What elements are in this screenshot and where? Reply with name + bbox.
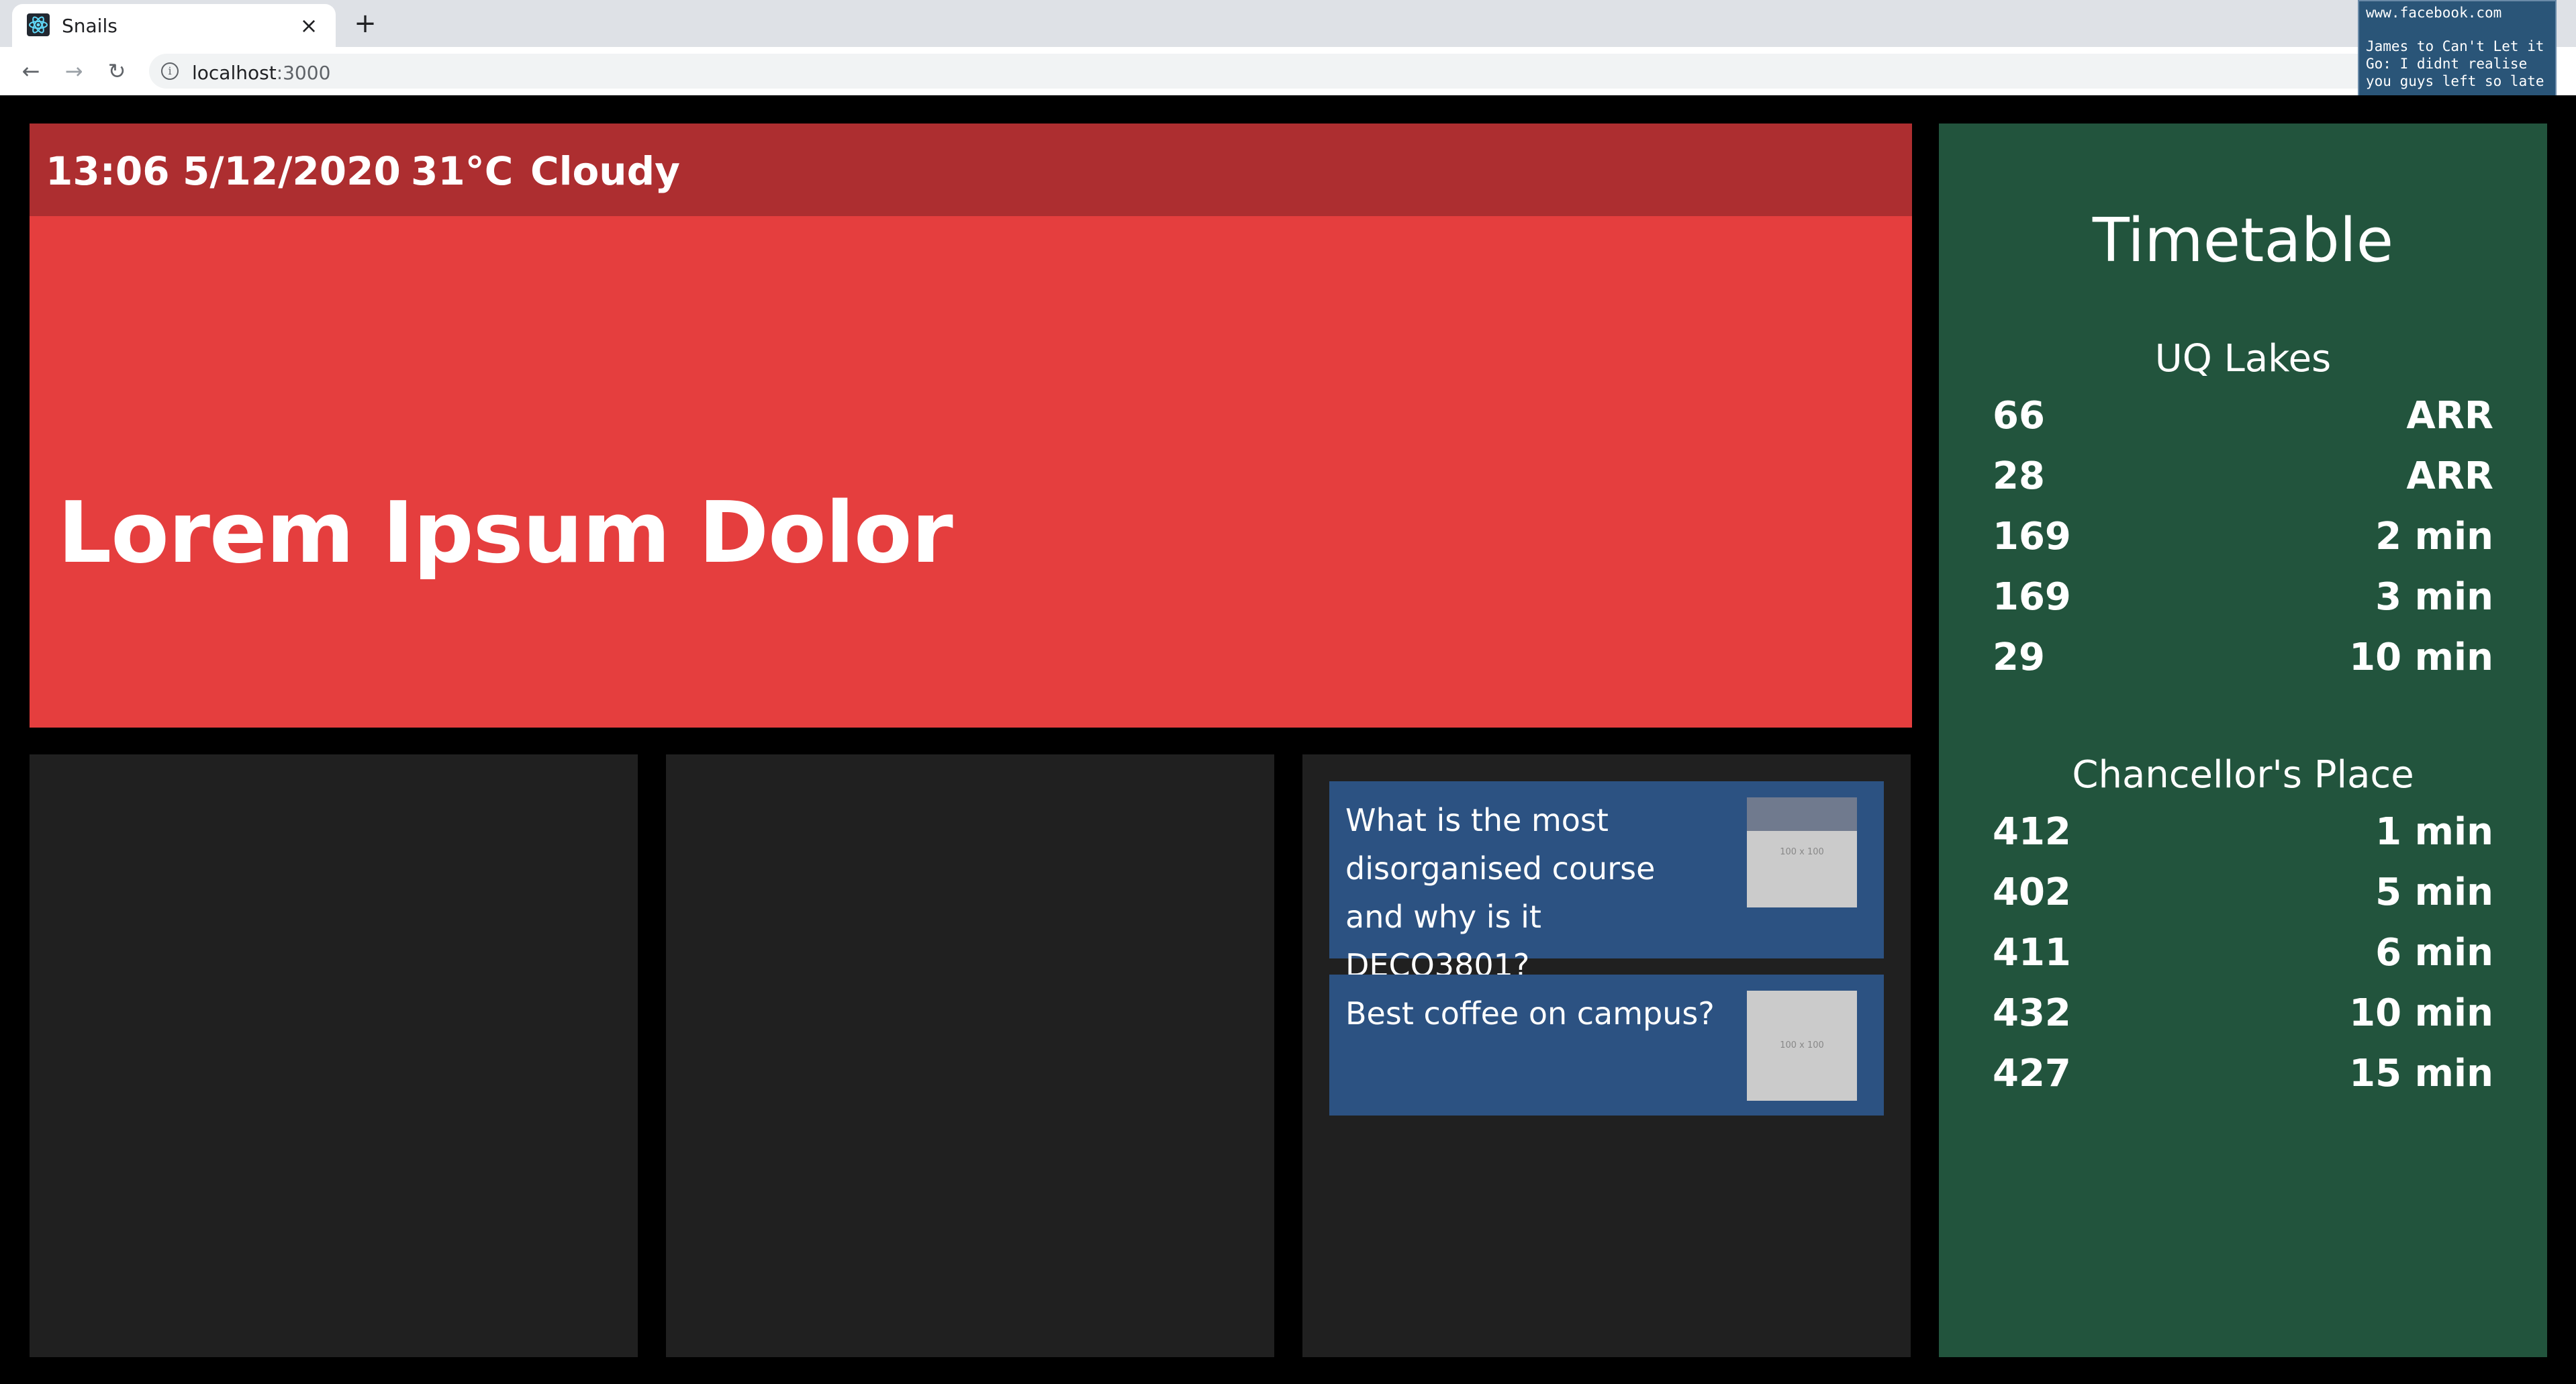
route-eta: 5 min [2375,871,2493,914]
address-bar[interactable]: i localhost:3000 [149,54,2553,89]
route-eta: ARR [2406,394,2493,438]
route-number: 411 [1993,931,2071,975]
new-tab-button[interactable]: + [349,8,381,40]
question-text: What is the most disorganised course and… [1345,802,1656,983]
route-number: 412 [1993,810,2071,854]
timetable-row: 29 10 min [1993,631,2493,685]
notification-body: James to Can't Let it Go: I didnt realis… [2366,38,2544,89]
thumbnail-header [1747,797,1857,831]
route-number: 169 [1993,575,2071,619]
route-eta: 1 min [2375,810,2493,854]
route-number: 432 [1993,991,2071,1035]
route-eta: 3 min [2375,575,2493,619]
route-eta: 10 min [2349,636,2493,679]
route-number: 66 [1993,394,2045,438]
info-icon[interactable]: i [161,62,179,80]
route-number: 29 [1993,636,2045,679]
thumbnail-label: 100 x 100 [1780,847,1824,857]
stop-name-uq-lakes: UQ Lakes [2154,337,2332,381]
current-time: 13:06 [46,148,170,194]
route-eta: 15 min [2349,1052,2493,1095]
timetable-row: 411 6 min [1993,926,2493,980]
thumbnail-label: 100 x 100 [1780,1040,1824,1050]
hero-title: Lorem Ipsum Dolor [58,483,953,582]
route-eta: ARR [2406,454,2493,498]
route-eta: 10 min [2349,991,2493,1035]
temperature: 31°C [411,148,514,194]
back-icon[interactable]: ← [17,58,44,85]
question-text: Best coffee on campus? [1345,995,1715,1032]
timetable-title: Timetable [2092,205,2394,276]
current-date: 5/12/2020 [183,148,401,194]
route-number: 402 [1993,871,2071,914]
question-card[interactable]: Best coffee on campus? 100 x 100 [1329,975,1884,1116]
timetable-row: 28 ARR [1993,450,2493,503]
empty-panel-1 [30,754,638,1357]
timetable-panel: Timetable UQ Lakes 66 ARR 28 ARR 169 2 m… [1939,123,2547,1357]
route-number: 427 [1993,1052,2071,1095]
timetable-row: 402 5 min [1993,866,2493,920]
empty-panel-2 [666,754,1274,1357]
route-number: 28 [1993,454,2045,498]
url-host: localhost [192,62,277,84]
question-card[interactable]: What is the most disorganised course and… [1329,781,1884,983]
question-thumbnail: 100 x 100 [1747,991,1857,1101]
browser-chrome: Snails × + ← → ↻ i localhost:3000 [0,0,2576,96]
browser-toolbar: ← → ↻ i localhost:3000 [0,47,2576,96]
forward-icon[interactable]: → [60,58,87,85]
react-icon [27,13,50,36]
hero-banner: 13:06 5/12/2020 31°C Cloudy Lorem Ipsum … [30,123,1912,728]
url-text[interactable]: localhost:3000 [192,62,330,84]
timetable-row: 432 10 min [1993,987,2493,1040]
close-tab-icon[interactable]: × [295,12,322,39]
hero-status-bar: 13:06 5/12/2020 31°C Cloudy [30,123,1912,216]
reload-icon[interactable]: ↻ [103,58,130,85]
tab-title: Snails [62,15,117,37]
url-port: :3000 [276,62,331,84]
timetable-row: 169 3 min [1993,571,2493,624]
timetable-row: 66 ARR [1993,389,2493,443]
tab-strip: Snails × + [0,0,2576,47]
timetable-row: 427 15 min [1993,1047,2493,1101]
dashboard: 13:06 5/12/2020 31°C Cloudy Lorem Ipsum … [0,95,2576,1384]
timetable-row: 412 1 min [1993,805,2493,859]
stop-name-chancellors-place: Chancellor's Place [2072,753,2414,797]
route-number: 169 [1993,515,2071,558]
notification-title: www.facebook.com [2366,5,2502,21]
tab-snails[interactable]: Snails × [12,4,336,47]
weather-condition: Cloudy [530,148,680,194]
questions-panel: What is the most disorganised course and… [1302,754,1911,1357]
timetable-row: 169 2 min [1993,510,2493,564]
route-eta: 2 min [2375,515,2493,558]
route-eta: 6 min [2375,931,2493,975]
question-thumbnail: 100 x 100 [1747,797,1857,907]
